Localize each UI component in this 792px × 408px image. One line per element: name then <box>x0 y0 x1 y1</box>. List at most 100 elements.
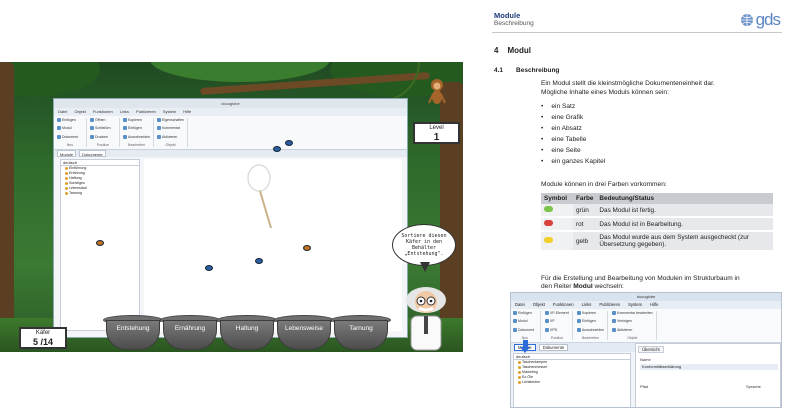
bin-entstehung[interactable]: Entstehung <box>103 315 163 350</box>
intro-line-2: Mögliche Inhalte eines Moduls können sei… <box>541 89 669 96</box>
ribbon-group-label: Neu <box>66 142 74 147</box>
ribbon-group: XP-Element XP XPD Position <box>545 311 573 340</box>
shot-menu: Datei Objekt Funktionen Links Publiziere… <box>511 301 781 309</box>
ribbon-item: Dokument <box>57 134 83 139</box>
pointer-arrow-icon <box>520 340 530 353</box>
professor-icon <box>406 287 446 351</box>
name-label: Name <box>640 357 651 362</box>
bin-label: Entstehung <box>116 325 150 332</box>
ribbon-group-label: Position <box>96 142 110 147</box>
tab-overview[interactable]: Übersicht <box>638 346 664 353</box>
menu-item: Funktionen <box>552 302 574 307</box>
menu-item: Publizieren <box>136 109 156 114</box>
tree-trunk-left <box>0 62 14 352</box>
game-app-window: docuglobe Datei Objekt Funktionen Links … <box>53 98 408 338</box>
bin-tarnung[interactable]: Tarnung <box>331 315 391 350</box>
ribbon-item: Ausschneiden <box>123 134 150 139</box>
logo-text: gds <box>755 10 781 29</box>
menu-item: Publizieren <box>599 302 621 307</box>
bin-ernaehrung[interactable]: Ernährung <box>160 315 220 350</box>
menu-item: System <box>628 302 643 307</box>
table-cell: rot <box>573 217 597 232</box>
tree-item[interactable]: Lichtkeulen <box>514 380 630 385</box>
ribbon-group: Einfügen Modul Dokument Neu <box>513 311 541 340</box>
ribbon-item: Schließen <box>90 126 116 131</box>
menu-item: System <box>162 109 177 114</box>
table-header: Symbol <box>541 193 573 204</box>
module-green-icon <box>544 206 553 212</box>
ribbon-item: Modul <box>57 126 83 131</box>
ribbon-group-label: Objekt <box>165 142 176 147</box>
tab-documents[interactable]: Dokumente <box>538 344 569 351</box>
subsection-heading: 4.1 Beschreibung <box>494 67 559 74</box>
menu-item: Objekt <box>74 109 86 114</box>
ribbon-item: Drucken <box>90 134 116 139</box>
globe-icon <box>740 14 753 26</box>
bin-label: Ernährung <box>174 325 206 332</box>
table-cell: Das Modul ist fertig. <box>596 204 773 218</box>
section-heading: 4 Modul <box>494 46 531 55</box>
foliage <box>0 62 100 97</box>
beetle[interactable] <box>96 240 104 246</box>
status-table: Symbol Farbe Bedeutung/Status grün Das M… <box>541 193 773 252</box>
counter-label: Käfer <box>35 330 51 336</box>
bin-label: Tarnung <box>349 325 373 332</box>
counter-value: 5 /14 <box>32 337 54 347</box>
beetle[interactable] <box>205 265 213 271</box>
bin-label: Haltung <box>235 325 259 332</box>
bullet-item: • eine Tabelle <box>541 136 587 143</box>
tab-module: Module <box>57 150 77 157</box>
ribbon-group: Öffnen Schließen Drucken Position <box>90 118 120 147</box>
outro-text: Für die Erstellung und Bearbeitung von M… <box>541 275 740 290</box>
beetle[interactable] <box>303 245 311 251</box>
ribbon-item: Einfügen <box>57 118 83 122</box>
table-header-row: Symbol Farbe Bedeutung/Status <box>541 193 773 204</box>
ribbon-group: Eigenschaften Kommentar Aktivieren Objek… <box>157 118 189 147</box>
ribbon-item: Eigenschaften <box>157 118 184 122</box>
beetle[interactable] <box>273 146 281 152</box>
subsection-title: Beschreibung <box>516 67 560 74</box>
bin-haltung[interactable]: Haltung <box>217 315 277 350</box>
section-title: Modul <box>507 46 531 55</box>
level-value: 1 <box>433 132 440 143</box>
table-row: rot Das Modul ist in Bearbeitung. <box>541 217 773 232</box>
module-yellow-icon <box>544 237 553 243</box>
menu-item: Links <box>581 302 592 307</box>
ribbon-group: Kopieren Einfügen Ausschneiden Bearbeite… <box>577 311 608 340</box>
header-title: Module <box>494 11 521 20</box>
beetle[interactable] <box>255 258 263 264</box>
bin-lebensweise[interactable]: Lebensweise <box>274 315 334 350</box>
table-cell: Das Modul ist in Bearbeitung. <box>596 217 773 232</box>
page: docuglobe Datei Objekt Funktionen Links … <box>0 0 792 408</box>
app-title: docuglobe <box>54 99 407 108</box>
name-field[interactable]: Konformitätserklärung <box>640 364 778 370</box>
bullet-list: • ein Satz • eine Grafik • ein Absatz • eine… <box>541 101 605 167</box>
beetle[interactable] <box>285 140 293 146</box>
bin-label: Lebensweise <box>285 325 323 332</box>
monkey-icon <box>428 79 446 104</box>
intro-line-1: Ein Modul stellt die kleinstmögliche Dok… <box>541 80 715 87</box>
table-cell: grün <box>573 204 597 218</box>
table-row: gelb Das Modul wurde aus dem System ausg… <box>541 231 773 252</box>
module-red-icon <box>544 220 553 226</box>
gds-logo: gds <box>740 10 781 30</box>
app-tabs: Module Dokumente <box>54 150 407 157</box>
foliage <box>150 62 330 82</box>
table-header: Bedeutung/Status <box>596 193 773 204</box>
bullet-item: • eine Seite <box>541 147 581 154</box>
shot-ribbon: Einfügen Modul Dokument Neu XP-Element X… <box>511 309 781 343</box>
table-header: Farbe <box>573 193 597 204</box>
header-subtitle: Beschreibung <box>494 20 534 27</box>
bullet-item: • eine Grafik <box>541 114 584 121</box>
butterfly-net-cursor[interactable] <box>243 164 275 230</box>
menu-item: Datei <box>58 109 68 114</box>
speech-bubble-tail <box>420 262 430 272</box>
doc-header: Module Beschreibung gds <box>492 7 782 33</box>
ribbon-item: Kopieren <box>123 118 150 122</box>
menu-item: Objekt <box>532 302 545 307</box>
bullet-item: • ein Satz <box>541 103 576 110</box>
app-menu: Datei Objekt Funktionen Links Publiziere… <box>54 108 407 116</box>
shot-detail-panel: Übersicht Name Konformitätserklärung Pfa… <box>635 343 781 407</box>
shot-title: docuglobe <box>511 293 781 301</box>
path-column-header: Pfad <box>640 384 649 389</box>
